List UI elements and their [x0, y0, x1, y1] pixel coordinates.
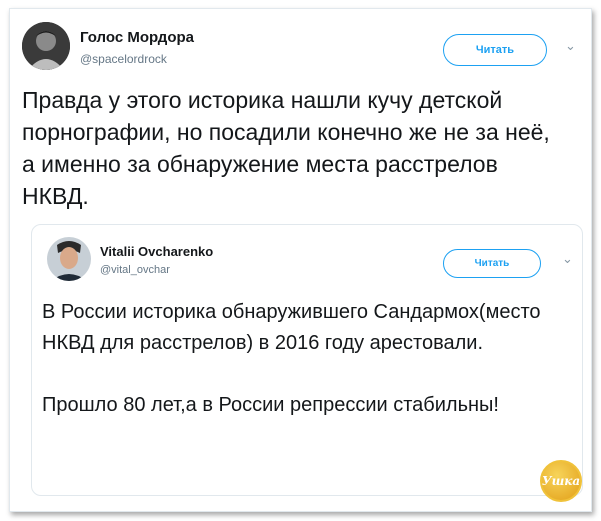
author-name[interactable]: Голос Мордора	[80, 29, 194, 46]
quoted-paragraph-1: В России историка обнаружившего Сандармо…	[42, 301, 541, 354]
follow-button[interactable]: Читать	[443, 34, 547, 66]
watermark-logo: Ушка	[540, 460, 582, 502]
quoted-tweet-text: В России историка обнаружившего Сандармо…	[42, 297, 562, 421]
quoted-author-handle[interactable]: @vital_ovchar	[100, 264, 170, 276]
quoted-author-name[interactable]: Vitalii Ovcharenko	[100, 244, 213, 259]
quoted-author-avatar[interactable]	[47, 237, 91, 281]
quoted-chevron-down-icon[interactable]: ⌄	[562, 251, 573, 267]
tweet-text: Правда у этого историка нашли кучу детск…	[22, 87, 550, 209]
quoted-paragraph-2: Прошло 80 лет,а в России репрессии стаби…	[42, 394, 499, 416]
chevron-down-icon[interactable]: ⌄	[565, 38, 576, 54]
quoted-follow-button[interactable]: Читать	[443, 249, 541, 278]
author-handle[interactable]: @spacelordrock	[80, 52, 167, 66]
author-avatar[interactable]	[22, 22, 70, 70]
